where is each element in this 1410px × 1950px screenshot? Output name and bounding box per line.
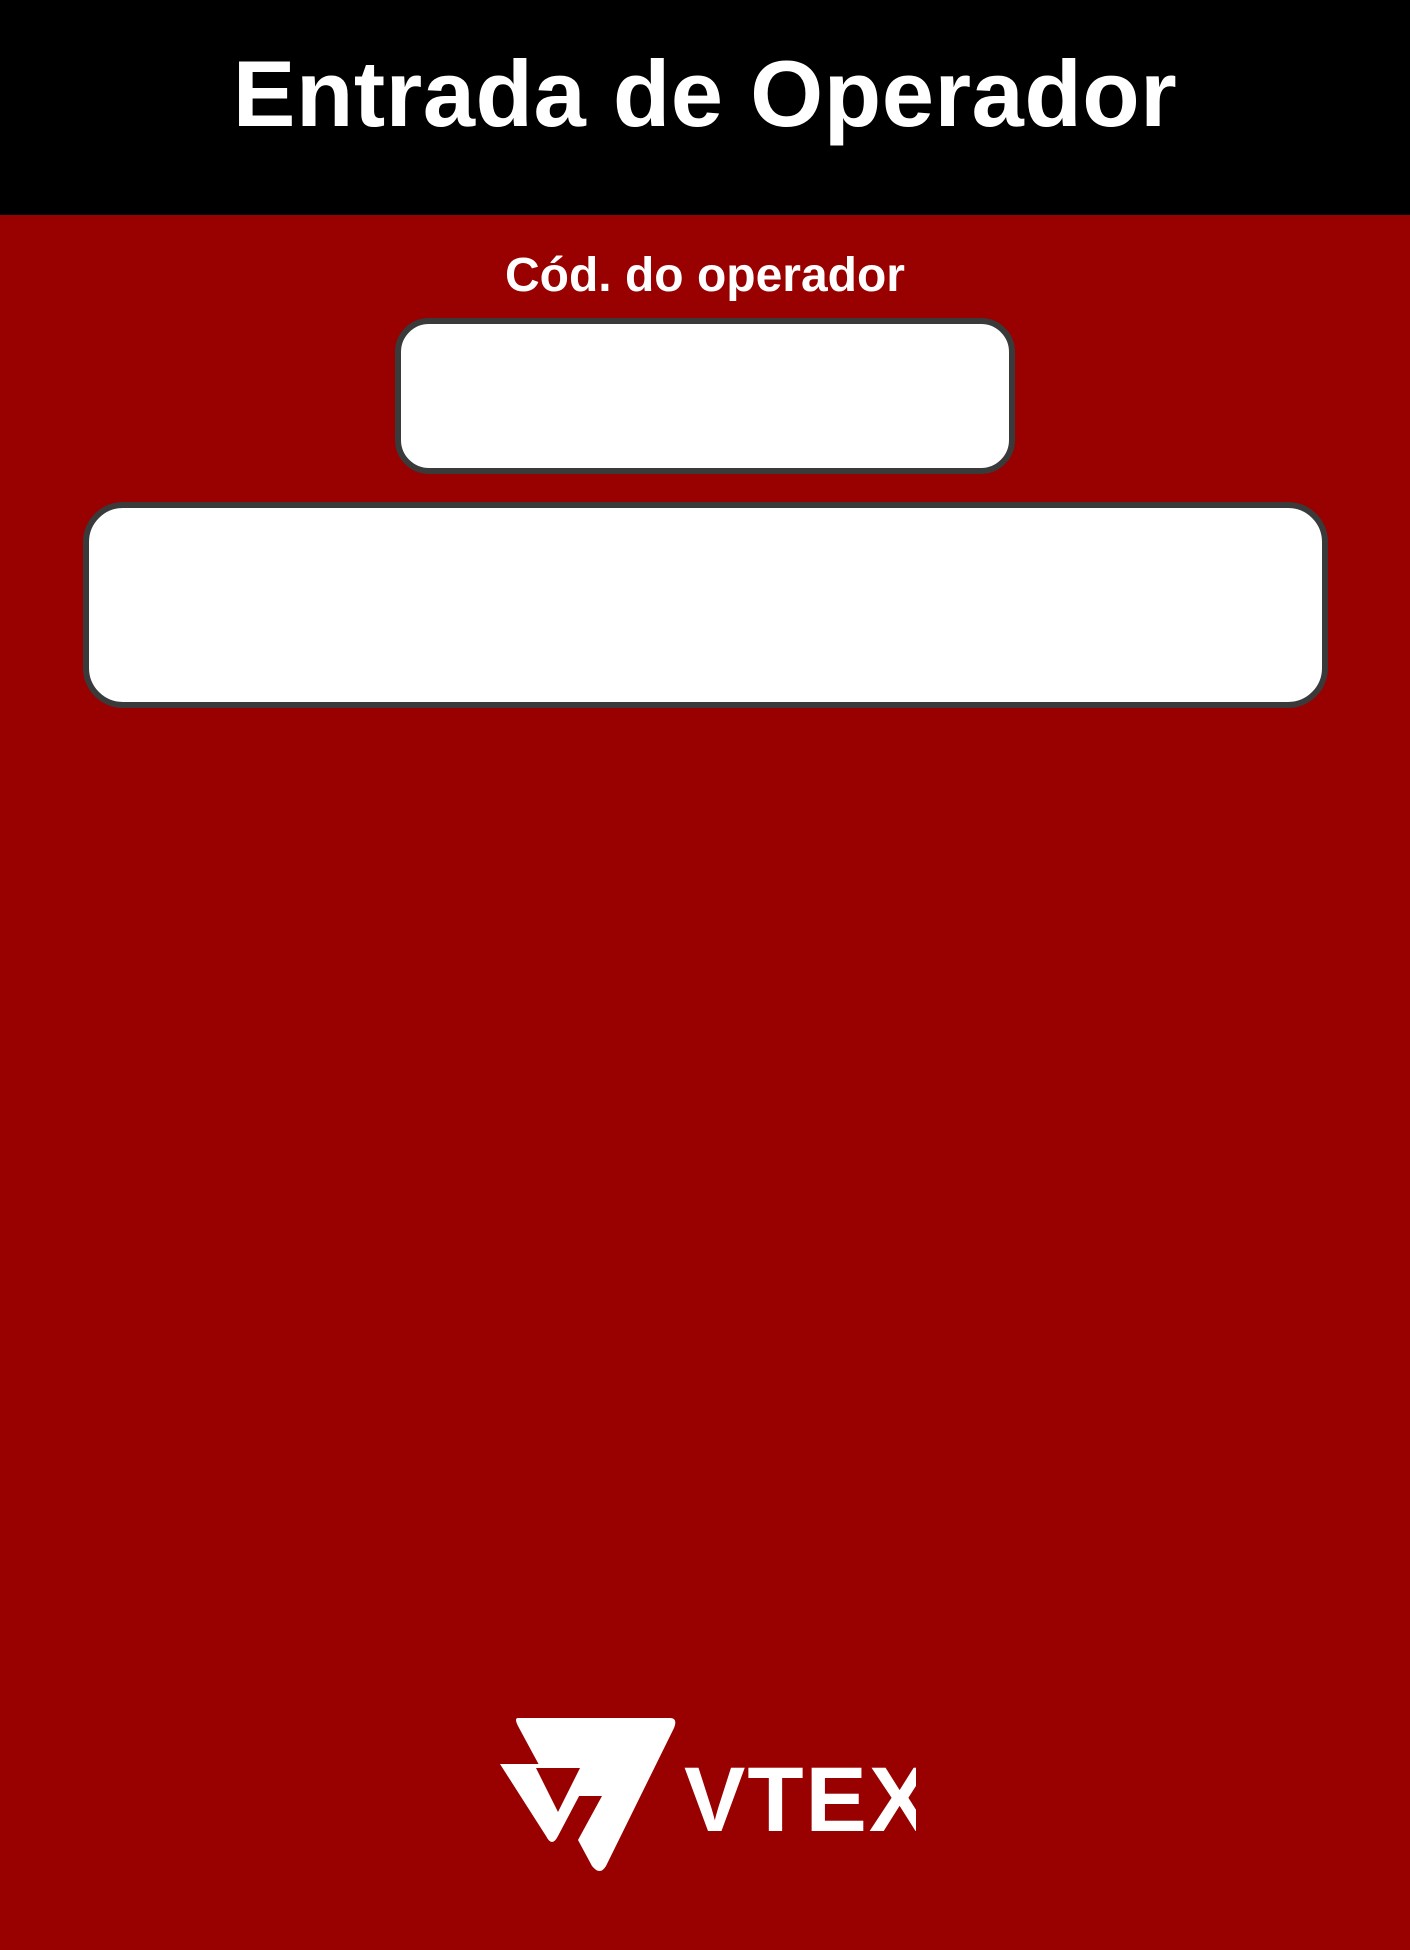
message-display: [83, 502, 1328, 708]
operator-code-label: Cód. do operador: [505, 249, 905, 302]
operator-code-input[interactable]: [395, 318, 1015, 474]
header-bar: Entrada de Operador: [0, 0, 1410, 215]
vtex-logo-text: VTEX: [684, 1749, 916, 1851]
vtex-logo-icon: VTEX: [496, 1716, 916, 1876]
page-title: Entrada de Operador: [232, 40, 1178, 146]
